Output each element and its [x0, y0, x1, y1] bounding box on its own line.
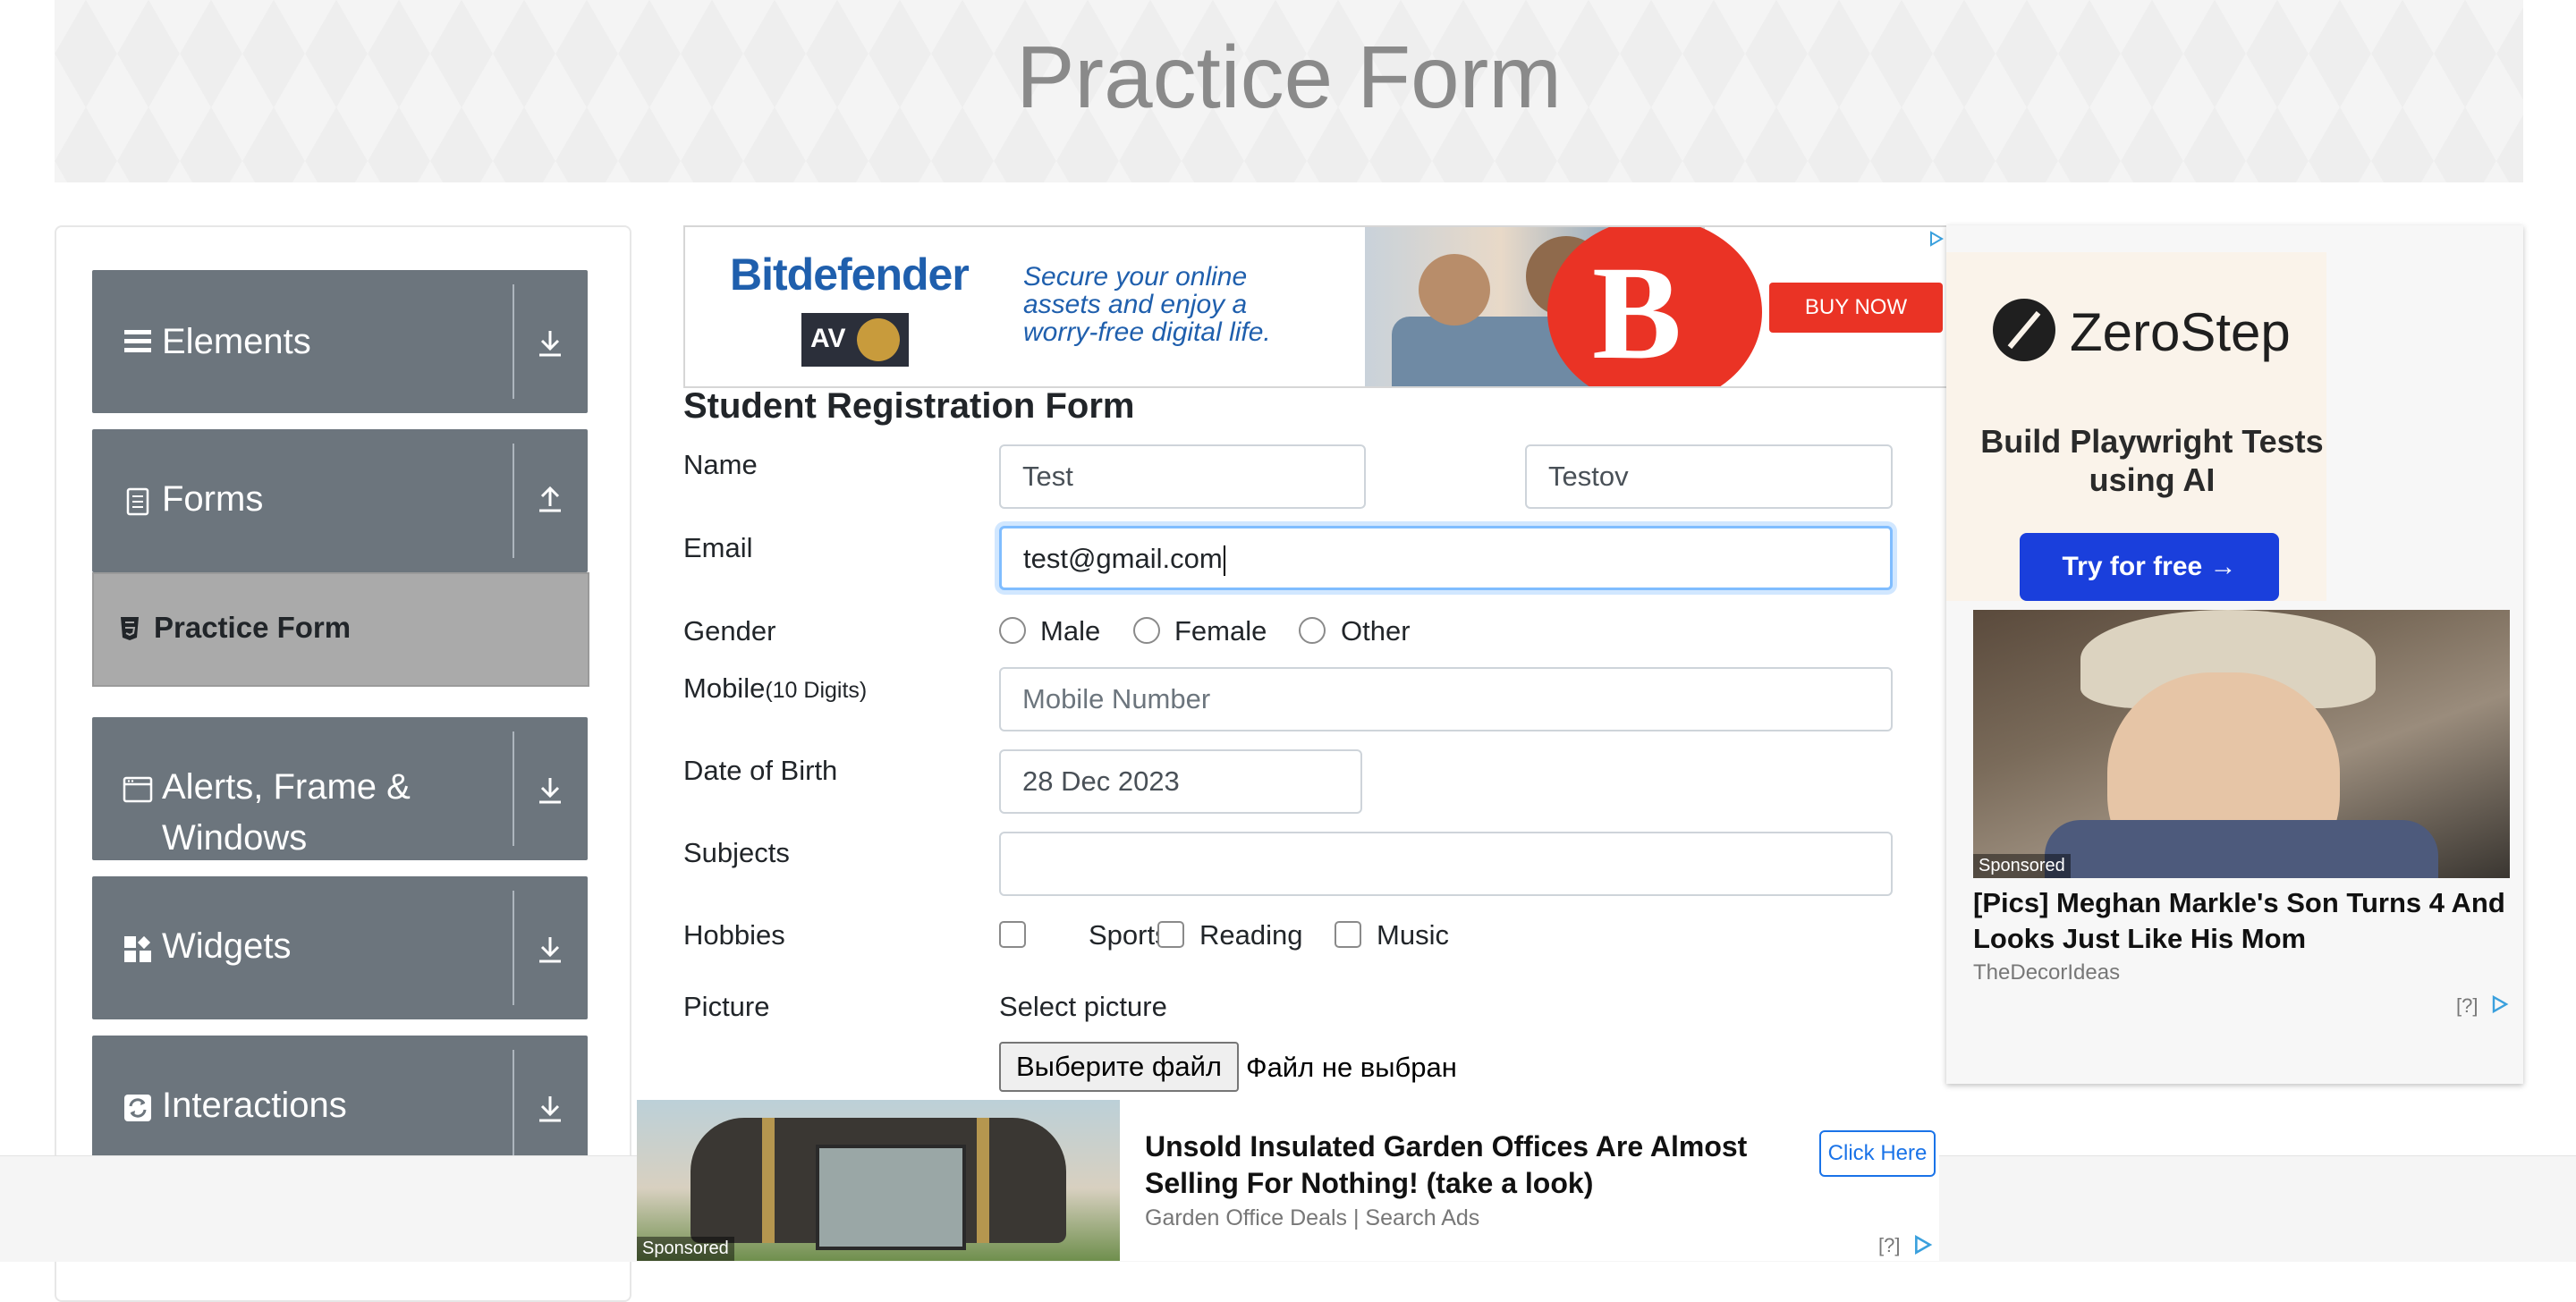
hobby-music-label[interactable]: Music [1377, 919, 1449, 951]
divider [513, 284, 514, 399]
sidebar-item-practice-form[interactable]: Practice Form [92, 572, 589, 687]
zerostep-ad[interactable]: ZeroStep Build Playwright Tests using AI… [1946, 252, 2326, 601]
choose-file-button[interactable]: Выберите файл [999, 1042, 1239, 1092]
download-icon [539, 937, 561, 963]
ad-source: TheDecorIdeas [1973, 960, 2121, 985]
gender-other-label[interactable]: Other [1341, 615, 1411, 647]
sponsored-label: Sponsored [637, 1237, 734, 1261]
sidebar-group-alerts-frame-windows[interactable]: Alerts, Frame & Windows [92, 717, 588, 860]
sidebar-group-widgets[interactable]: Widgets [92, 876, 588, 1019]
form-title: Student Registration Form [683, 386, 1135, 426]
subjects-label: Subjects [683, 837, 790, 868]
ad-info-link[interactable]: [?] [1878, 1234, 1900, 1257]
try-for-free-button[interactable]: Try for free → [2020, 533, 2279, 601]
email-input[interactable]: test@gmail.com [999, 526, 1893, 590]
ad-headline[interactable]: Unsold Insulated Garden Offices Are Almo… [1145, 1129, 1771, 1202]
right-ad-panel[interactable]: ZeroStep Build Playwright Tests using AI… [1946, 225, 2523, 1084]
subjects-input[interactable] [999, 832, 1893, 896]
ad-brand: Bitdefender [730, 249, 970, 300]
sidebar-group-label: Elements [162, 322, 311, 361]
email-value: test@gmail.com [1023, 543, 1223, 574]
name-label: Name [683, 449, 758, 480]
hobby-reading-checkbox[interactable] [1157, 921, 1184, 948]
sidebar-group-label: Widgets [162, 926, 292, 966]
divider [513, 444, 514, 558]
ad-image[interactable]: Sponsored [637, 1100, 1120, 1261]
ad-headline[interactable]: [Pics] Meghan Markle's Son Turns 4 And L… [1973, 885, 2510, 957]
download-icon [539, 1096, 561, 1122]
adchoices-icon[interactable] [2490, 994, 2510, 1014]
bottom-ad[interactable]: Sponsored Unsold Insulated Garden Office… [637, 1100, 1939, 1261]
mobile-label: Mobile(10 Digits) [683, 672, 868, 704]
list-icon [124, 330, 151, 352]
sidebar-group-label: Forms [162, 479, 264, 519]
adchoices-icon[interactable] [1928, 231, 1945, 247]
dob-label: Date of Birth [683, 755, 838, 786]
sponsored-label: Sponsored [1973, 854, 2071, 878]
gender-male-radio[interactable] [999, 617, 1026, 644]
divider [513, 891, 514, 1005]
file-status: Файл не выбран [1246, 1052, 1457, 1083]
email-label: Email [683, 532, 753, 563]
download-icon [539, 331, 561, 357]
upload-icon [539, 486, 561, 512]
first-name-input[interactable]: Test [999, 444, 1366, 509]
award-icon [857, 318, 900, 361]
refresh-icon [124, 1095, 151, 1121]
hobby-reading-label[interactable]: Reading [1199, 919, 1302, 951]
gender-female-label[interactable]: Female [1174, 615, 1267, 647]
download-icon [539, 778, 561, 804]
ad-source: Garden Office Deals | Search Ads [1145, 1205, 1480, 1230]
page-banner: Practice Form [55, 0, 2523, 182]
top-ad-banner[interactable]: Bitdefender AV Secure your online assets… [683, 225, 1950, 388]
mobile-input[interactable]: Mobile Number [999, 667, 1893, 731]
gender-label: Gender [683, 615, 776, 647]
last-name-input[interactable]: Testov [1525, 444, 1893, 509]
picture-label: Picture [683, 991, 770, 1022]
ad-tagline: Build Playwright Tests using AI [1980, 423, 2324, 498]
sidebar: Elements Forms Practice Form Alerts, Fra… [55, 225, 631, 1302]
hobby-sports-checkbox[interactable] [999, 921, 1026, 948]
buy-now-button[interactable]: BUY NOW [1769, 283, 1943, 333]
document-icon [126, 487, 149, 516]
widgets-icon [124, 935, 151, 962]
select-picture-label: Select picture [999, 991, 1167, 1022]
hobby-music-checkbox[interactable] [1335, 921, 1361, 948]
gender-other-radio[interactable] [1299, 617, 1326, 644]
html5-icon [121, 617, 139, 640]
click-here-button[interactable]: Click Here [1819, 1130, 1936, 1177]
sidebar-group-label: Alerts, Frame & Windows [162, 767, 411, 858]
date-of-birth-input[interactable]: 28 Dec 2023 [999, 749, 1362, 814]
ad-info-link[interactable]: [?] [2456, 994, 2478, 1018]
divider [513, 731, 514, 846]
sidebar-group-elements[interactable]: Elements [92, 270, 588, 413]
gender-female-radio[interactable] [1133, 617, 1160, 644]
gender-male-label[interactable]: Male [1040, 615, 1100, 647]
mobile-hint: (10 Digits) [765, 678, 868, 703]
page-title: Practice Form [1016, 28, 1562, 126]
zerostep-logo-icon [1993, 299, 2055, 361]
ad-brand: ZeroStep [2070, 302, 2291, 362]
divider [513, 1050, 514, 1164]
ad-image[interactable]: Sponsored [1973, 610, 2510, 878]
adchoices-icon[interactable] [1912, 1234, 1934, 1256]
ad-logo: B [1547, 227, 1762, 386]
av-badge: AV [801, 313, 909, 367]
sidebar-group-forms[interactable]: Forms [92, 429, 588, 572]
ad-tagline: Secure your online assets and enjoy a wo… [1023, 262, 1271, 347]
text-caret [1223, 545, 1225, 576]
hobbies-label: Hobbies [683, 919, 785, 951]
sidebar-item-label: Practice Form [154, 611, 352, 644]
window-icon [123, 776, 153, 803]
sidebar-group-label: Interactions [162, 1086, 347, 1125]
